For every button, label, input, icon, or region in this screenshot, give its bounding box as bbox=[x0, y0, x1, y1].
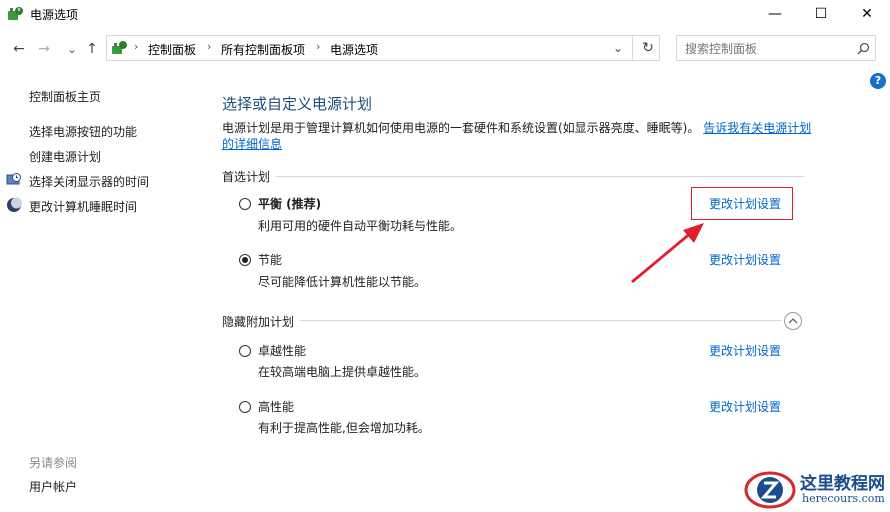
change-plan-settings-link[interactable]: 更改计划设置 bbox=[709, 342, 781, 359]
sidebar-item-sleep-time[interactable]: 更改计算机睡眠时间 bbox=[29, 198, 137, 215]
search-box[interactable] bbox=[676, 35, 876, 61]
plan-radio-balanced[interactable] bbox=[239, 198, 251, 210]
control-panel-icon bbox=[112, 41, 127, 54]
breadcrumb-separator: › bbox=[316, 40, 321, 53]
refresh-button[interactable]: ↻ bbox=[638, 37, 658, 59]
search-input[interactable] bbox=[683, 40, 847, 58]
minimize-button[interactable]: — bbox=[752, 0, 798, 28]
user-accounts-link[interactable]: 用户帐户 bbox=[29, 478, 77, 495]
title-bar: 电源选项 — ☐ ✕ bbox=[0, 0, 890, 28]
address-divider bbox=[632, 36, 633, 60]
breadcrumb-power-options[interactable]: 电源选项 bbox=[330, 41, 378, 58]
section-divider bbox=[222, 320, 782, 321]
control-panel-home-link[interactable]: 控制面板主页 bbox=[29, 88, 101, 105]
change-plan-settings-link[interactable]: 更改计划设置 bbox=[709, 398, 781, 415]
help-icon[interactable]: ? bbox=[870, 73, 886, 89]
plan-description: 尽可能降低计算机性能以节能。 bbox=[258, 275, 427, 289]
recent-locations-button[interactable]: ⌄ bbox=[62, 38, 82, 60]
breadcrumb-separator: › bbox=[207, 40, 212, 53]
annotation-arrow bbox=[631, 223, 704, 284]
preferred-plans-label: 首选计划 bbox=[222, 168, 277, 185]
watermark-logo-icon bbox=[744, 471, 796, 509]
page-title: 选择或自定义电源计划 bbox=[222, 95, 373, 113]
window-title: 电源选项 bbox=[30, 8, 79, 22]
annotation-highlight-box bbox=[691, 187, 793, 220]
plan-description: 在较高端电脑上提供卓越性能。 bbox=[258, 365, 427, 379]
forward-button[interactable]: → bbox=[34, 38, 54, 60]
back-button[interactable]: ← bbox=[9, 38, 29, 60]
close-button[interactable]: ✕ bbox=[844, 0, 890, 28]
plan-name[interactable]: 高性能 bbox=[258, 398, 294, 415]
description-text: 电源计划是用于管理计算机如何使用电源的一套硬件和系统设置(如显示器亮度、睡眠等)… bbox=[222, 121, 700, 135]
change-plan-settings-link[interactable]: 更改计划设置 bbox=[709, 251, 781, 268]
chevron-up-icon bbox=[788, 318, 798, 324]
plan-radio-ultimate[interactable] bbox=[239, 345, 251, 357]
display-clock-icon bbox=[6, 173, 21, 185]
plan-name[interactable]: 平衡 (推荐) bbox=[258, 195, 321, 212]
up-button[interactable]: ↑ bbox=[82, 38, 102, 60]
hidden-plans-label: 隐藏附加计划 bbox=[222, 313, 301, 330]
breadcrumb-all-items[interactable]: 所有控制面板项 bbox=[221, 41, 305, 58]
plan-name[interactable]: 卓越性能 bbox=[258, 342, 306, 359]
watermark-url: herecours.com bbox=[802, 492, 885, 505]
section-divider bbox=[222, 176, 804, 177]
plan-description: 有利于提高性能,但会增加功耗。 bbox=[258, 421, 430, 435]
address-dropdown-button[interactable]: ⌄ bbox=[608, 37, 628, 59]
sidebar-item-power-button[interactable]: 选择电源按钮的功能 bbox=[29, 123, 137, 140]
plan-description: 利用可用的硬件自动平衡功耗与性能。 bbox=[258, 219, 463, 233]
maximize-button[interactable]: ☐ bbox=[798, 0, 844, 28]
breadcrumb-separator: › bbox=[134, 40, 139, 53]
breadcrumb-control-panel[interactable]: 控制面板 bbox=[148, 41, 196, 58]
watermark-name: 这里教程网 bbox=[800, 474, 885, 494]
moon-icon bbox=[7, 197, 22, 212]
search-icon[interactable] bbox=[857, 42, 870, 55]
sidebar-item-create-plan[interactable]: 创建电源计划 bbox=[29, 148, 101, 165]
page-description: 电源计划是用于管理计算机如何使用电源的一套硬件和系统设置(如显示器亮度、睡眠等)… bbox=[222, 120, 812, 152]
see-also-label: 另请参阅 bbox=[29, 456, 78, 470]
sidebar-item-display-off[interactable]: 选择关闭显示器的时间 bbox=[29, 173, 149, 190]
plan-radio-power-saver[interactable] bbox=[239, 254, 251, 266]
plan-radio-high-performance[interactable] bbox=[239, 401, 251, 413]
collapse-hidden-plans-button[interactable] bbox=[784, 312, 802, 330]
power-options-icon bbox=[8, 7, 23, 20]
plan-name[interactable]: 节能 bbox=[258, 251, 282, 268]
